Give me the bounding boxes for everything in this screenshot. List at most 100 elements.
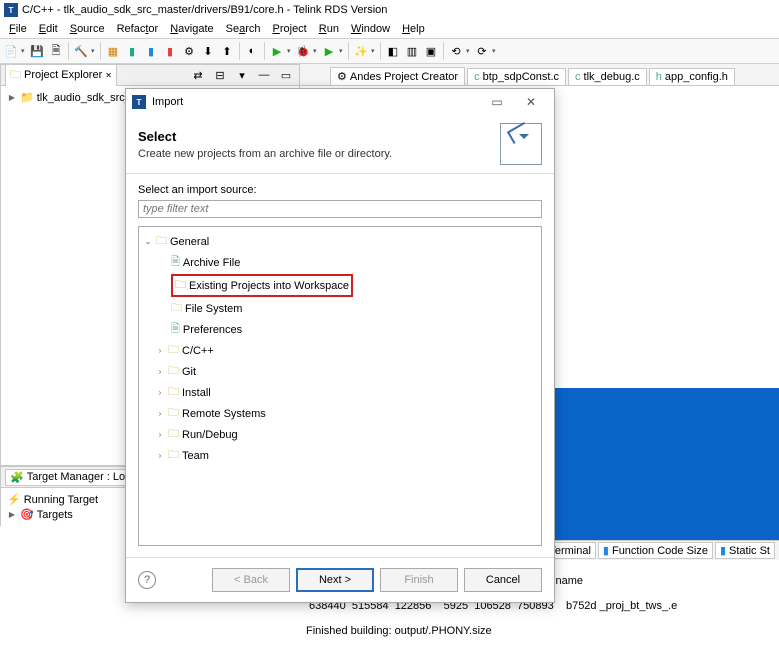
toolbar-icon[interactable]: ⚙ [180,42,198,60]
dialog-title: Import [152,96,183,108]
editor-tab-bar: ⚙Andes Project Creator cbtp_sdpConst.c c… [300,64,779,86]
menu-help[interactable]: Help [397,21,430,37]
expand-icon[interactable]: › [155,346,165,355]
tab-static[interactable]: ▮Static St [715,542,775,559]
save-button[interactable]: 💾 [28,42,46,60]
cancel-button[interactable]: Cancel [464,568,542,592]
tree-filesystem[interactable]: 🗀 File System [143,298,537,319]
build-button[interactable]: 🔨 [72,42,90,60]
expand-icon[interactable]: ▶ [7,93,17,102]
folder-icon: 🗀 [156,232,167,251]
menu-search[interactable]: Search [221,21,266,37]
tree-team[interactable]: › 🗀 Team [143,445,537,466]
folder-icon: 🗀 [168,446,179,465]
close-button[interactable]: ✕ [514,91,548,113]
toolbar-icon[interactable]: ▥ [403,42,421,60]
toolbar-icon[interactable]: ▦ [104,42,122,60]
toolbar-icon[interactable]: ◧ [384,42,402,60]
tree-git[interactable]: › 🗀 Git [143,361,537,382]
tab-debug[interactable]: ctlk_debug.c [568,68,647,85]
run-button[interactable]: ▶ [268,42,286,60]
expand-icon[interactable]: › [155,388,165,397]
maximize-button[interactable]: ▭ [480,91,514,113]
target-manager-tab[interactable]: 🧩 Target Manager : Lo [5,469,130,486]
expand-icon[interactable]: › [155,451,165,460]
close-icon[interactable]: ✕ [105,71,112,80]
tree-archive[interactable]: 🗎 Archive File [143,252,537,273]
folder-icon: 🗀 [168,404,179,423]
tab-btp[interactable]: cbtp_sdpConst.c [467,68,566,85]
tree-general[interactable]: ⌄ 🗀 General [143,231,537,252]
ext-tools-button[interactable]: ▶ [320,42,338,60]
c-file-icon: c [474,71,480,83]
dialog-icon: T [132,95,146,109]
tab-appconfig[interactable]: happ_config.h [649,68,735,85]
toolbar-icon[interactable]: ▮ [161,42,179,60]
import-banner-icon [500,123,542,165]
folder-icon: 🗀 [168,425,179,444]
tree-rundebug[interactable]: › 🗀 Run/Debug [143,424,537,445]
link-editor-icon[interactable]: ⇄ [189,66,207,84]
dialog-content: Select an import source: ⌄ 🗀 General 🗎 A… [126,174,554,557]
toolbar-icon[interactable]: ⟳ [473,42,491,60]
expand-icon[interactable]: › [155,367,165,376]
toolbar-icon[interactable]: ⬇ [199,42,217,60]
tree-existing-projects[interactable]: 🗀 Existing Projects into Workspace [143,273,537,298]
import-source-tree[interactable]: ⌄ 🗀 General 🗎 Archive File 🗀 Existing Pr… [138,226,542,546]
h-file-icon: h [656,71,662,83]
tab-funcsize[interactable]: ▮Function Code Size [598,542,713,559]
collapse-icon[interactable]: ⌄ [143,237,153,246]
menu-window[interactable]: Window [346,21,395,37]
menu-navigate[interactable]: Navigate [165,21,218,37]
tab-icon: ⚙ [337,70,347,83]
next-button[interactable]: Next > [296,568,374,592]
filter-input[interactable] [138,200,542,218]
expand-icon[interactable]: › [155,409,165,418]
menu-project[interactable]: Project [268,21,312,37]
tree-install[interactable]: › 🗀 Install [143,382,537,403]
debug-button[interactable]: 🐞 [294,42,312,60]
menu-bar: File Edit Source Refactor Navigate Searc… [0,20,779,38]
menu-edit[interactable]: Edit [34,21,63,37]
menu-run[interactable]: Run [314,21,344,37]
folder-icon: 🗀 [168,362,179,381]
project-explorer-tab[interactable]: 🗀 Project Explorer ✕ [5,64,117,87]
app-icon: T [4,3,18,17]
save-all-button[interactable]: 🗎 [47,42,65,60]
finish-button[interactable]: Finish [380,568,458,592]
prefs-icon: 🗎 [171,320,180,339]
archive-icon: 🗎 [171,253,180,272]
window-title: C/C++ - tlk_audio_sdk_src_master/drivers… [22,4,387,16]
tab-andes[interactable]: ⚙Andes Project Creator [330,67,465,85]
view-menu-icon[interactable]: ▾ [233,66,251,84]
folder-icon: 🗀 [10,66,21,85]
dialog-heading: Select [138,129,500,144]
expand-icon[interactable]: › [155,430,165,439]
chart-icon: ▮ [720,544,726,557]
back-button[interactable]: < Back [212,568,290,592]
collapse-all-icon[interactable]: ⊟ [211,66,229,84]
menu-file[interactable]: File [4,21,32,37]
menu-source[interactable]: Source [65,21,110,37]
toolbar-icon[interactable]: ⬆ [218,42,236,60]
help-button[interactable]: ? [138,571,156,589]
toolbar-icon[interactable]: ▣ [422,42,440,60]
toolbar-icon[interactable]: ▮ [142,42,160,60]
maximize-icon[interactable]: ▭ [277,66,295,84]
target-manager-title: Target Manager : Lo [27,471,125,483]
minimize-icon[interactable]: — [255,66,273,84]
new-button[interactable]: 📄 [2,42,20,60]
targets-icon: 🎯 [20,508,34,521]
running-target-label: Running Target [24,494,98,506]
dialog-header: Select Create new projects from an archi… [126,115,554,174]
toolbar-icon[interactable]: ⟲ [447,42,465,60]
toolbar-icon[interactable]: ▮ [123,42,141,60]
menu-refactor[interactable]: Refactor [112,21,164,37]
tree-remote[interactable]: › 🗀 Remote Systems [143,403,537,424]
wand-button[interactable]: ✨ [352,42,370,60]
folder-icon: 🗀 [168,383,179,402]
expand-icon[interactable]: ▶ [7,510,17,519]
tree-preferences[interactable]: 🗎 Preferences [143,319,537,340]
toolbar-icon[interactable]: ◐ [243,42,261,60]
tree-cpp[interactable]: › 🗀 C/C++ [143,340,537,361]
